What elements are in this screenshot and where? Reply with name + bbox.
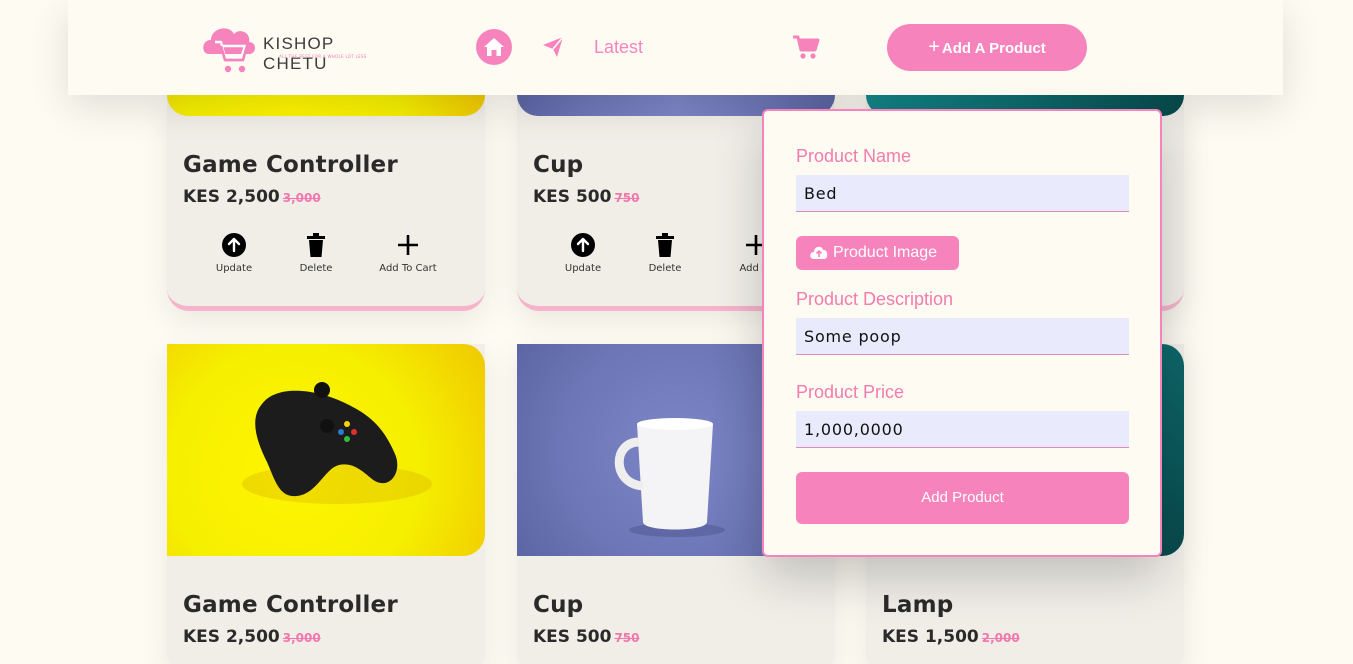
cart-icon[interactable] bbox=[792, 33, 820, 61]
update-button[interactable]: Update bbox=[543, 232, 623, 274]
product-name-input[interactable]: Bed bbox=[796, 175, 1129, 212]
product-name: Cup bbox=[533, 592, 584, 618]
product-price: KES 500 750 bbox=[533, 627, 640, 647]
product-price: KES 2,500 3,000 bbox=[183, 187, 321, 207]
add-product-form: Product Name Bed Product Image Product D… bbox=[762, 109, 1162, 557]
delete-button[interactable]: Delete bbox=[625, 232, 705, 274]
trash-icon bbox=[656, 233, 674, 257]
add-product-button[interactable]: + Add A Product bbox=[887, 24, 1087, 71]
nav-latest-link[interactable]: Latest bbox=[594, 37, 643, 58]
arrow-up-circle-icon bbox=[571, 233, 595, 257]
cart-cloud-logo-icon bbox=[203, 28, 255, 73]
delete-button[interactable]: Delete bbox=[276, 232, 356, 274]
update-button[interactable]: Update bbox=[194, 232, 274, 274]
home-button[interactable] bbox=[476, 29, 512, 65]
product-name-label: Product Name bbox=[796, 146, 912, 166]
game-controller-image bbox=[242, 382, 432, 504]
product-image bbox=[167, 344, 485, 556]
old-price: 2,000 bbox=[981, 631, 1020, 645]
product-price-label: Product Price bbox=[796, 382, 905, 402]
submit-add-product-button[interactable]: Add Product bbox=[796, 472, 1129, 524]
old-price: 3,000 bbox=[282, 631, 321, 645]
site-logo[interactable]: KISHOP CHETU ALL THE BEST FOR A WHOLE LO… bbox=[201, 20, 401, 76]
product-name: Game Controller bbox=[183, 592, 398, 618]
send-icon[interactable] bbox=[542, 36, 564, 58]
plus-icon: + bbox=[928, 36, 940, 58]
product-price: KES 2,500 3,000 bbox=[183, 627, 321, 647]
site-header: KISHOP CHETU ALL THE BEST FOR A WHOLE LO… bbox=[68, 0, 1283, 95]
home-icon bbox=[484, 38, 504, 56]
cloud-upload-icon bbox=[810, 246, 828, 259]
product-card: Game Controller KES 2,500 3,000 Update De… bbox=[167, 95, 485, 311]
product-image-upload-button[interactable]: Product Image bbox=[796, 236, 959, 270]
old-price: 3,000 bbox=[282, 191, 321, 205]
product-image bbox=[167, 95, 485, 116]
arrow-up-circle-icon bbox=[222, 233, 246, 257]
product-description-label: Product Description bbox=[796, 289, 954, 309]
old-price: 750 bbox=[614, 191, 640, 205]
trash-icon bbox=[307, 233, 325, 257]
product-description-input[interactable]: Some poop bbox=[796, 318, 1129, 355]
add-to-cart-button[interactable]: Add To Cart bbox=[368, 232, 448, 274]
plus-icon bbox=[398, 235, 418, 255]
product-price-input[interactable]: 1,000,0000 bbox=[796, 411, 1129, 448]
brand-tagline: ALL THE BEST FOR A WHOLE LOT LESS bbox=[279, 54, 367, 59]
product-price: KES 1,500 2,000 bbox=[882, 627, 1020, 647]
old-price: 750 bbox=[614, 631, 640, 645]
product-card: Game Controller KES 2,500 3,000 bbox=[167, 344, 485, 664]
product-name: Lamp bbox=[882, 592, 954, 618]
product-name: Game Controller bbox=[183, 152, 398, 178]
